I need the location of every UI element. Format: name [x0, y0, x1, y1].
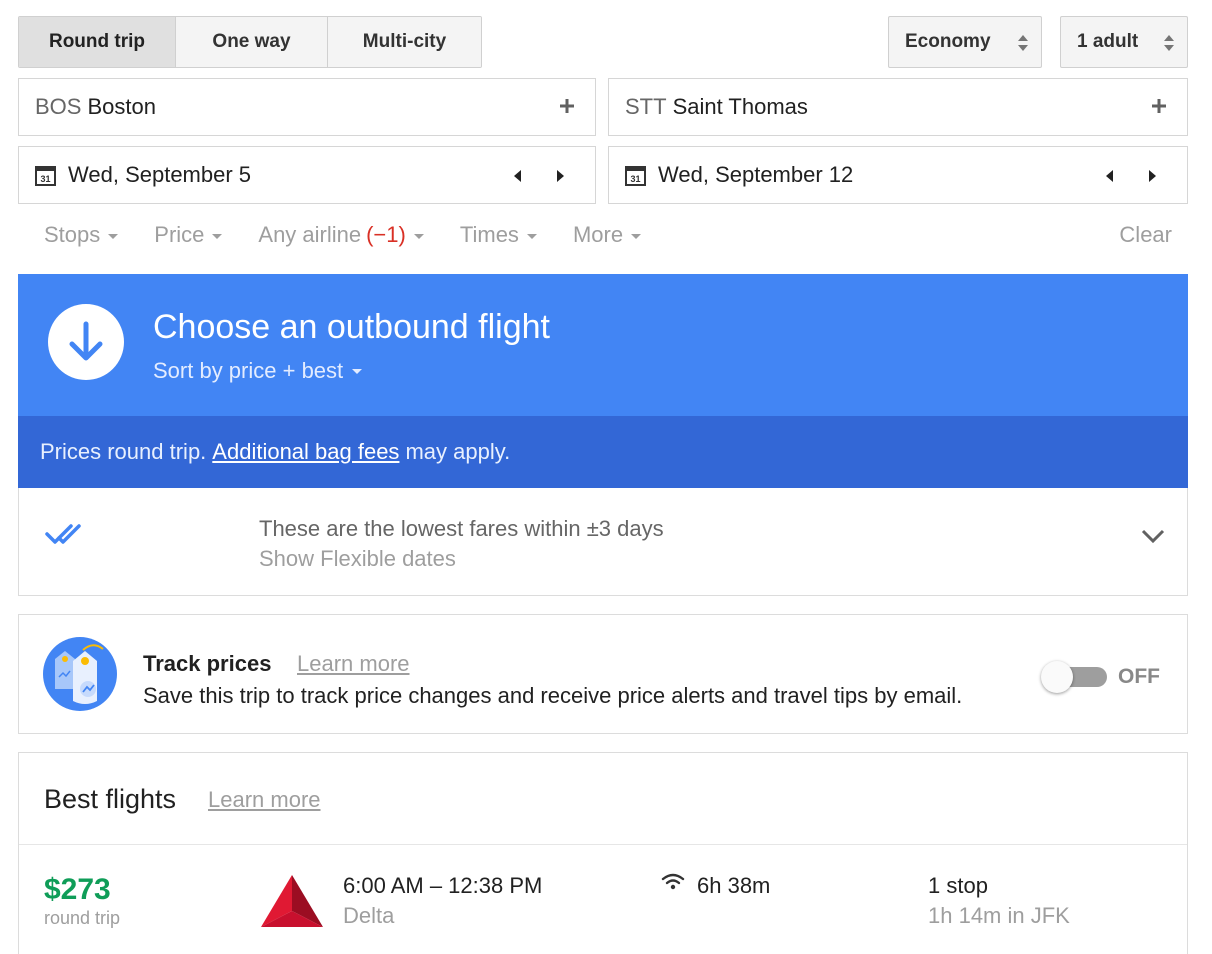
wifi-icon — [661, 873, 685, 890]
filter-more[interactable]: More — [572, 222, 642, 248]
flight-layover: 1h 14m in JFK — [928, 903, 1070, 928]
filter-times-label: Times — [459, 222, 519, 247]
depart-date-arrows — [497, 164, 581, 188]
sort-label: Sort by price + best — [153, 358, 344, 383]
return-date-arrows — [1089, 164, 1173, 188]
cabin-class-label: Economy — [905, 31, 991, 52]
toggle-state-label: OFF — [1118, 665, 1160, 688]
calendar-icon: 31 — [625, 165, 646, 186]
chevron-down-icon[interactable] — [1141, 528, 1165, 544]
best-flights-section: Best flights Learn more $273 round trip … — [18, 752, 1188, 954]
outbound-header: Choose an outbound flight Sort by price … — [18, 274, 1188, 416]
filter-times[interactable]: Times — [460, 222, 537, 248]
filter-price-label: Price — [154, 222, 205, 247]
caret-down-icon — [526, 233, 537, 239]
svg-text:31: 31 — [40, 174, 50, 184]
passenger-count-label: 1 adult — [1077, 31, 1139, 52]
return-date-value: Wed, September 12 — [658, 162, 854, 187]
best-flights-learn-more-link[interactable]: Learn more — [208, 787, 321, 813]
page-title: Choose an outbound flight — [153, 308, 550, 346]
caret-down-icon — [413, 233, 424, 239]
depart-next-day-button[interactable] — [539, 164, 581, 188]
filter-more-label: More — [572, 222, 624, 247]
add-origin-plus-icon[interactable] — [557, 96, 577, 116]
svg-text:31: 31 — [630, 174, 640, 184]
origin-city: Boston — [87, 94, 156, 119]
best-flights-title: Best flights — [44, 784, 177, 814]
return-next-day-button[interactable] — [1131, 164, 1173, 188]
trip-type-one-way[interactable]: One way — [176, 17, 328, 67]
origin-code: BOS — [35, 94, 82, 119]
add-destination-plus-icon[interactable] — [1149, 96, 1169, 116]
updown-arrows-icon — [1018, 35, 1028, 51]
flight-duration: 6h 38m — [697, 873, 771, 898]
track-prices-panel: Track prices Learn more Save this trip t… — [18, 614, 1188, 734]
flight-result-row[interactable]: $273 round trip 6:00 AM – 12:38 PM Delta… — [19, 845, 1187, 954]
caret-down-icon — [631, 233, 642, 239]
delta-logo-icon — [261, 875, 323, 927]
filter-airline[interactable]: Any airline (−1) — [258, 222, 424, 248]
track-prices-description: Save this trip to track price changes an… — [143, 683, 963, 708]
lowest-fares-panel: These are the lowest fares within ±3 day… — [18, 488, 1188, 596]
depart-date-field[interactable]: 31 Wed, September 5 — [18, 146, 596, 204]
price-notice: Prices round trip. Additional bag fees m… — [18, 416, 1188, 488]
return-date-field[interactable]: 31 Wed, September 12 — [608, 146, 1188, 204]
trip-type-round-trip[interactable]: Round trip — [19, 17, 176, 67]
destination-city: Saint Thomas — [672, 94, 808, 119]
double-check-icon — [45, 524, 81, 544]
origin-field[interactable]: BOS Boston — [18, 78, 596, 136]
clear-filters-button[interactable]: Clear — [1119, 222, 1172, 248]
flight-price: $273 — [44, 873, 111, 906]
passenger-count-select[interactable]: 1 adult — [1060, 16, 1188, 68]
track-prices-title: Track prices — [143, 651, 272, 676]
calendar-icon: 31 — [35, 165, 56, 186]
flight-airline: Delta — [343, 903, 395, 928]
caret-right-icon — [557, 170, 564, 182]
down-arrow-icon — [48, 304, 124, 380]
filter-stops-label: Stops — [44, 222, 101, 247]
filter-stops[interactable]: Stops — [44, 222, 119, 248]
caret-down-icon — [352, 368, 363, 374]
track-prices-toggle[interactable] — [1041, 661, 1111, 693]
cabin-class-select[interactable]: Economy — [888, 16, 1042, 68]
price-tag-icon — [43, 637, 117, 711]
destination-field[interactable]: STT Saint Thomas — [608, 78, 1188, 136]
caret-left-icon — [1106, 170, 1113, 182]
flight-stops: 1 stop — [928, 873, 988, 898]
flight-times: 6:00 AM – 12:38 PM — [343, 873, 543, 898]
return-prev-day-button[interactable] — [1089, 164, 1131, 188]
filter-airline-label: Any airline — [258, 222, 362, 247]
price-notice-text: Prices round trip. — [40, 439, 207, 464]
updown-arrows-icon — [1164, 35, 1174, 51]
caret-right-icon — [1149, 170, 1156, 182]
show-flexible-dates-link[interactable]: Show Flexible dates — [259, 546, 456, 572]
depart-prev-day-button[interactable] — [497, 164, 539, 188]
filter-price[interactable]: Price — [154, 222, 223, 248]
toggle-knob — [1041, 661, 1073, 693]
caret-down-icon — [108, 233, 119, 239]
best-flights-header: Best flights Learn more — [19, 753, 1187, 845]
caret-left-icon — [514, 170, 521, 182]
depart-date-value: Wed, September 5 — [68, 162, 252, 187]
track-prices-learn-more-link[interactable]: Learn more — [297, 651, 410, 677]
flight-price-note: round trip — [44, 908, 121, 928]
destination-code: STT — [625, 94, 667, 119]
sort-select[interactable]: Sort by price + best — [153, 358, 363, 384]
filter-bar: Stops Price Any airline (−1) Times More — [44, 222, 677, 248]
trip-type-selector: Round trip One way Multi-city — [18, 16, 482, 68]
bag-fees-link[interactable]: Additional bag fees — [212, 439, 399, 465]
trip-type-multi-city[interactable]: Multi-city — [328, 17, 481, 67]
filter-airline-excluded-count: (−1) — [366, 222, 406, 247]
lowest-fares-text: These are the lowest fares within ±3 day… — [259, 516, 664, 541]
caret-down-icon — [212, 233, 223, 239]
price-notice-tail: may apply. — [405, 439, 511, 464]
